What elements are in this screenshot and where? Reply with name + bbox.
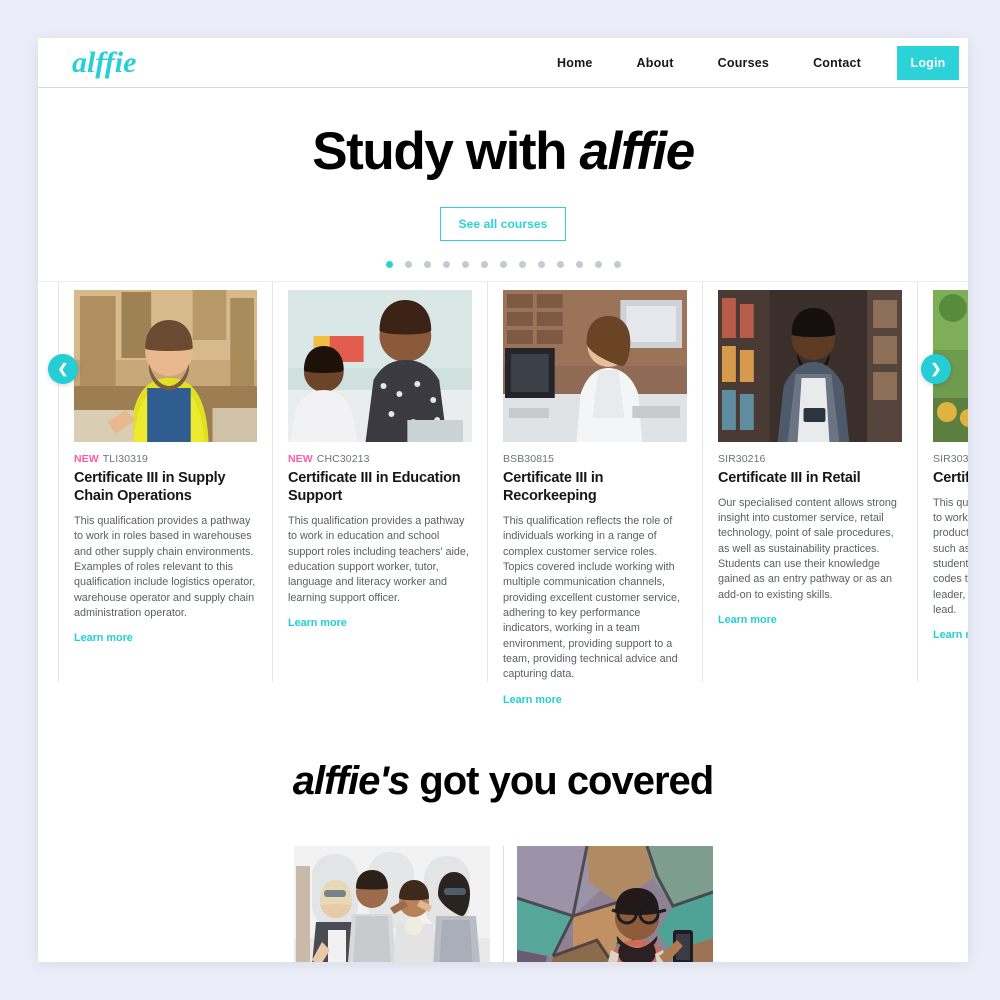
learn-more-link[interactable]: Learn more (74, 632, 133, 644)
course-card[interactable]: BSB30815 Certificate III in Recorkeeping T… (488, 281, 703, 706)
learn-more-link[interactable]: Learn more (288, 617, 347, 629)
chevron-left-icon[interactable]: ❮ (48, 353, 78, 384)
course-description: This qualification provides a pathway to… (288, 514, 469, 604)
course-code-row: BSB30815 (503, 453, 687, 465)
group-of-students-photo[interactable] (293, 845, 490, 962)
course-card[interactable]: NEW TLI30319 Certificate III in Supply Cha… (58, 281, 273, 682)
new-badge: NEW (74, 452, 99, 465)
learn-more-link[interactable]: Learn more (503, 694, 562, 706)
warehouse-worker-photo (74, 289, 257, 442)
covered-title: alffie's got you covered (38, 759, 968, 804)
carousel-dot-4[interactable] (442, 260, 450, 268)
learn-more-link[interactable]: Learn more (718, 614, 777, 626)
learn-more-link[interactable]: Learn more (933, 629, 968, 641)
nav-item-contact[interactable]: Contact (791, 56, 883, 70)
nav-item-about[interactable]: About (615, 56, 696, 70)
course-code-row: NEW TLI30319 (74, 453, 257, 465)
student-with-phone-photo[interactable] (516, 845, 713, 962)
carousel-dot-1[interactable] (385, 260, 393, 268)
retail-shopkeeper-photo (718, 289, 902, 442)
course-code: CHC30213 (316, 452, 370, 465)
course-code-row: SIR30216 (718, 453, 902, 465)
course-card[interactable]: SIR30216 Certificate III in Retail Our spe… (703, 281, 918, 682)
course-description: This qualification provides a pathway to… (933, 496, 968, 617)
course-code-row: NEW CHC30213 (288, 453, 472, 465)
course-code: SIR30216 (718, 452, 766, 465)
carousel-dot-6[interactable] (480, 260, 488, 268)
brand-logo[interactable]: alffie (72, 47, 136, 78)
carousel-dot-10[interactable] (556, 260, 564, 268)
carousel-dot-3[interactable] (423, 260, 431, 268)
course-carousel: ❮ ❯ NEW TLI30319 Certificate III in Supply… (38, 280, 968, 706)
carousel-dot-11[interactable] (575, 260, 583, 268)
login-button[interactable]: Login (897, 45, 959, 80)
new-badge: NEW (288, 452, 313, 465)
carousel-dot-5[interactable] (461, 260, 469, 268)
carousel-dot-12[interactable] (594, 260, 602, 268)
carousel-dot-8[interactable] (518, 260, 526, 268)
course-code: SIR30316 (933, 452, 968, 465)
course-title: Certificate III in Education Support (288, 469, 461, 504)
site-window: alffie Home About Courses Contact Login … (38, 38, 968, 962)
course-code: TLI30319 (102, 452, 148, 465)
hero-title-plain: Study with (312, 122, 580, 181)
course-description: This qualification provides a pathway to… (74, 514, 256, 619)
covered-section: alffie's got you covered (38, 680, 968, 962)
panel-divider-wrap (490, 845, 517, 962)
carousel-dot-9[interactable] (537, 260, 545, 268)
course-description: Our specialised content allows strong in… (718, 496, 897, 601)
carousel-dot-13[interactable] (613, 260, 621, 268)
course-code-row: SIR30316 (933, 453, 968, 465)
carousel-track: NEW TLI30319 Certificate III in Supply Cha… (58, 281, 968, 706)
course-title: Certificate III in Supply Chain Operatio… (74, 469, 226, 504)
course-title: Certificate III in Business (933, 469, 968, 486)
chevron-right-icon[interactable]: ❯ (921, 353, 951, 384)
carousel-dots (38, 260, 968, 281)
course-card[interactable]: NEW CHC30213 Certificate III in Education … (273, 281, 488, 682)
nav-item-home[interactable]: Home (535, 56, 615, 70)
teacher-and-student-photo (288, 289, 472, 442)
course-title: Certificate III in Recorkeeping (503, 469, 604, 504)
hero-title: Study with alffie (38, 124, 968, 180)
course-card[interactable]: SIR30316 Certificate III in Business This … (918, 281, 968, 682)
covered-panels (38, 845, 968, 962)
course-description: This qualification reflects the role of … (503, 514, 681, 681)
course-code: BSB30815 (503, 452, 555, 465)
carousel-dot-7[interactable] (499, 260, 507, 268)
covered-title-plain: got you covered (409, 758, 714, 803)
carousel-dot-2[interactable] (404, 260, 412, 268)
course-title: Certificate III in Retail (718, 469, 861, 486)
nav-item-courses[interactable]: Courses (696, 56, 791, 70)
site-header: alffie Home About Courses Contact Login (38, 38, 968, 88)
covered-title-emphasis: alffie's (292, 758, 410, 803)
see-all-courses-button[interactable]: See all courses (439, 206, 567, 241)
panel-divider (502, 845, 504, 962)
hero-title-emphasis: alffie (579, 122, 695, 181)
hero-section: Study with alffie See all courses (38, 88, 968, 281)
main-navigation: Home About Courses Contact Login (535, 38, 968, 87)
office-desk-worker-photo (503, 289, 687, 442)
